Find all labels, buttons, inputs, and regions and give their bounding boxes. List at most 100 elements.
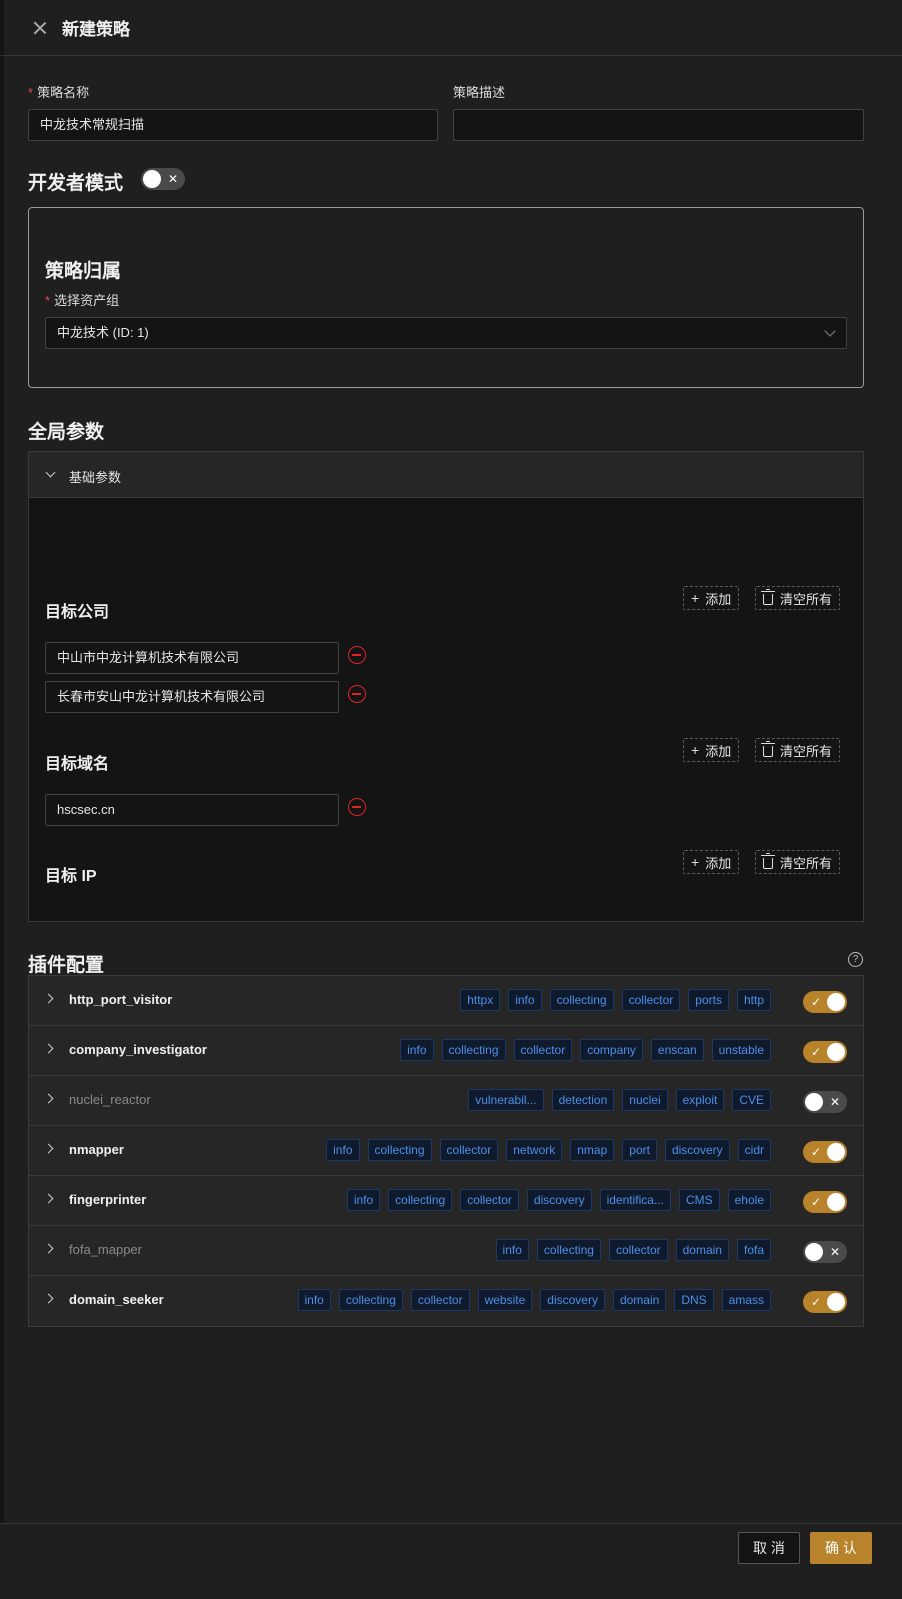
- check-icon: ✓: [811, 1195, 822, 1209]
- trash-icon: [761, 740, 775, 757]
- drawer-title: 新建策略: [62, 20, 130, 39]
- close-icon[interactable]: [30, 18, 50, 38]
- trash-icon: [761, 852, 775, 869]
- plugin-tag: collector: [460, 1189, 519, 1211]
- switch-knob: [827, 1293, 845, 1311]
- plus-icon: +: [691, 590, 700, 606]
- plugin-enable-switch[interactable]: ✓: [803, 1041, 847, 1063]
- chevron-down-icon: [824, 325, 836, 337]
- global-params-title: 全局参数: [28, 422, 105, 443]
- plugin-tags: vulnerabil... detection nuclei exploit CVE: [468, 1089, 771, 1111]
- plugin-name: company_investigator: [69, 1042, 207, 1057]
- remove-circle-icon[interactable]: [348, 646, 366, 664]
- clear-domain-button[interactable]: 清空所有: [755, 738, 841, 762]
- plugin-tag: collector: [608, 1239, 668, 1261]
- plugin-tag: collector: [621, 989, 681, 1011]
- plugin-row[interactable]: nmapper info collecting collector network nma…: [29, 1126, 863, 1176]
- check-icon: ✓: [811, 1145, 822, 1159]
- add-label: 添加: [705, 743, 732, 759]
- target-domain-input[interactable]: hscsec.cn: [45, 794, 339, 826]
- plugin-tag: discovery: [664, 1139, 730, 1161]
- asset-group-select[interactable]: 中龙技术 (ID: 1): [45, 317, 847, 349]
- plugin-name: fofa_mapper: [69, 1242, 142, 1257]
- plugin-tag: httpx: [460, 989, 501, 1011]
- clear-ip-button[interactable]: 清空所有: [755, 850, 841, 874]
- plugin-enable-switch[interactable]: ✓: [803, 1141, 847, 1163]
- plugin-tag: collecting: [441, 1039, 506, 1061]
- clear-label: 清空所有: [780, 855, 833, 871]
- plugin-tag: collecting: [388, 1189, 453, 1211]
- plugin-row[interactable]: fofa_mapper info collecting collector domain…: [29, 1226, 863, 1276]
- trash-icon: [761, 588, 775, 605]
- chevron-right-icon[interactable]: [43, 1243, 54, 1254]
- plus-icon: +: [691, 854, 700, 870]
- target-company-input[interactable]: 长春市安山中龙计算机技术有限公司: [45, 681, 339, 713]
- switch-off-icon: ✕: [167, 172, 178, 186]
- help-icon[interactable]: ?: [848, 952, 863, 967]
- plugin-tag: collecting: [338, 1289, 403, 1311]
- plugin-enable-switch[interactable]: ✓: [803, 1291, 847, 1313]
- target-company-title: 目标公司: [45, 604, 110, 621]
- plugin-tag: collecting: [367, 1139, 432, 1161]
- plugin-row[interactable]: company_investigator info collecting collec…: [29, 1026, 863, 1076]
- plugin-tag: CVE: [732, 1089, 771, 1111]
- target-company-input[interactable]: 中山市中龙计算机技术有限公司: [45, 642, 339, 674]
- plugin-name: fingerprinter: [69, 1192, 147, 1207]
- ownership-card: 策略归属 * 选择资产组 中龙技术 (ID: 1): [28, 207, 864, 388]
- plugin-tag: discovery: [526, 1189, 592, 1211]
- chevron-right-icon[interactable]: [43, 1143, 54, 1154]
- confirm-button[interactable]: 确 认: [810, 1532, 872, 1564]
- drawer-header: 新建策略: [0, 0, 902, 56]
- target-domain-title: 目标域名: [45, 756, 110, 773]
- chevron-down-icon: [45, 467, 56, 478]
- plugin-tag: collecting: [536, 1239, 601, 1261]
- plugin-tag: fofa: [736, 1239, 771, 1261]
- plugin-enable-switch[interactable]: ✓: [803, 1191, 847, 1213]
- chevron-right-icon[interactable]: [43, 993, 54, 1004]
- remove-circle-icon[interactable]: [348, 685, 366, 703]
- chevron-right-icon[interactable]: [43, 1043, 54, 1054]
- plugin-enable-switch[interactable]: ✕: [803, 1241, 847, 1263]
- plugin-name: nmapper: [69, 1142, 124, 1157]
- required-mark: *: [45, 293, 51, 308]
- switch-knob: [805, 1093, 823, 1111]
- cancel-button[interactable]: 取 消: [738, 1532, 800, 1564]
- plugin-enable-switch[interactable]: ✓: [803, 991, 847, 1013]
- plugin-tag: port: [622, 1139, 657, 1161]
- chevron-right-icon[interactable]: [43, 1293, 54, 1304]
- asset-group-value: 中龙技术 (ID: 1): [57, 325, 149, 340]
- strategy-name-input[interactable]: 中龙技术常规扫描: [28, 109, 438, 141]
- dev-mode-switch[interactable]: ✕: [141, 168, 185, 190]
- chevron-right-icon[interactable]: [43, 1093, 54, 1104]
- plugin-tag: collector: [513, 1039, 573, 1061]
- plugin-row[interactable]: fingerprinter info collecting collector disc…: [29, 1176, 863, 1226]
- switch-off-icon: ✕: [829, 1095, 840, 1109]
- chevron-right-icon[interactable]: [43, 1193, 54, 1204]
- add-label: 添加: [705, 855, 732, 871]
- plugin-tag: collecting: [549, 989, 614, 1011]
- plugin-enable-switch[interactable]: ✕: [803, 1091, 847, 1113]
- clear-label: 清空所有: [780, 743, 833, 759]
- add-domain-button[interactable]: + 添加: [683, 738, 740, 762]
- add-company-button[interactable]: + 添加: [683, 586, 740, 610]
- add-ip-button[interactable]: + 添加: [683, 850, 740, 874]
- basic-params-header[interactable]: 基础参数: [29, 452, 863, 498]
- plugin-tag: vulnerabil...: [468, 1089, 544, 1111]
- plugin-tag: domain: [675, 1239, 729, 1261]
- plugin-tags: info collecting collector domain fofa: [495, 1239, 771, 1261]
- plugin-tag: info: [297, 1289, 331, 1311]
- plugins-title: 插件配置: [28, 955, 105, 976]
- plugin-tag: DNS: [674, 1289, 714, 1311]
- switch-knob: [805, 1243, 823, 1261]
- clear-company-button[interactable]: 清空所有: [755, 586, 841, 610]
- strategy-desc-input[interactable]: [453, 109, 864, 141]
- plugin-row[interactable]: domain_seeker info collecting collector webs…: [29, 1276, 863, 1326]
- plugin-tag: ehole: [727, 1189, 771, 1211]
- asset-group-label-text: 选择资产组: [54, 293, 120, 308]
- remove-circle-icon[interactable]: [348, 798, 366, 816]
- plugin-tag: nuclei: [622, 1089, 668, 1111]
- strategy-name-label-text: 策略名称: [37, 85, 90, 100]
- plugin-row[interactable]: http_port_visitor httpx info collecting coll…: [29, 976, 863, 1026]
- plugin-row[interactable]: nuclei_reactor vulnerabil... detection nucl…: [29, 1076, 863, 1126]
- plugin-tag: unstable: [711, 1039, 771, 1061]
